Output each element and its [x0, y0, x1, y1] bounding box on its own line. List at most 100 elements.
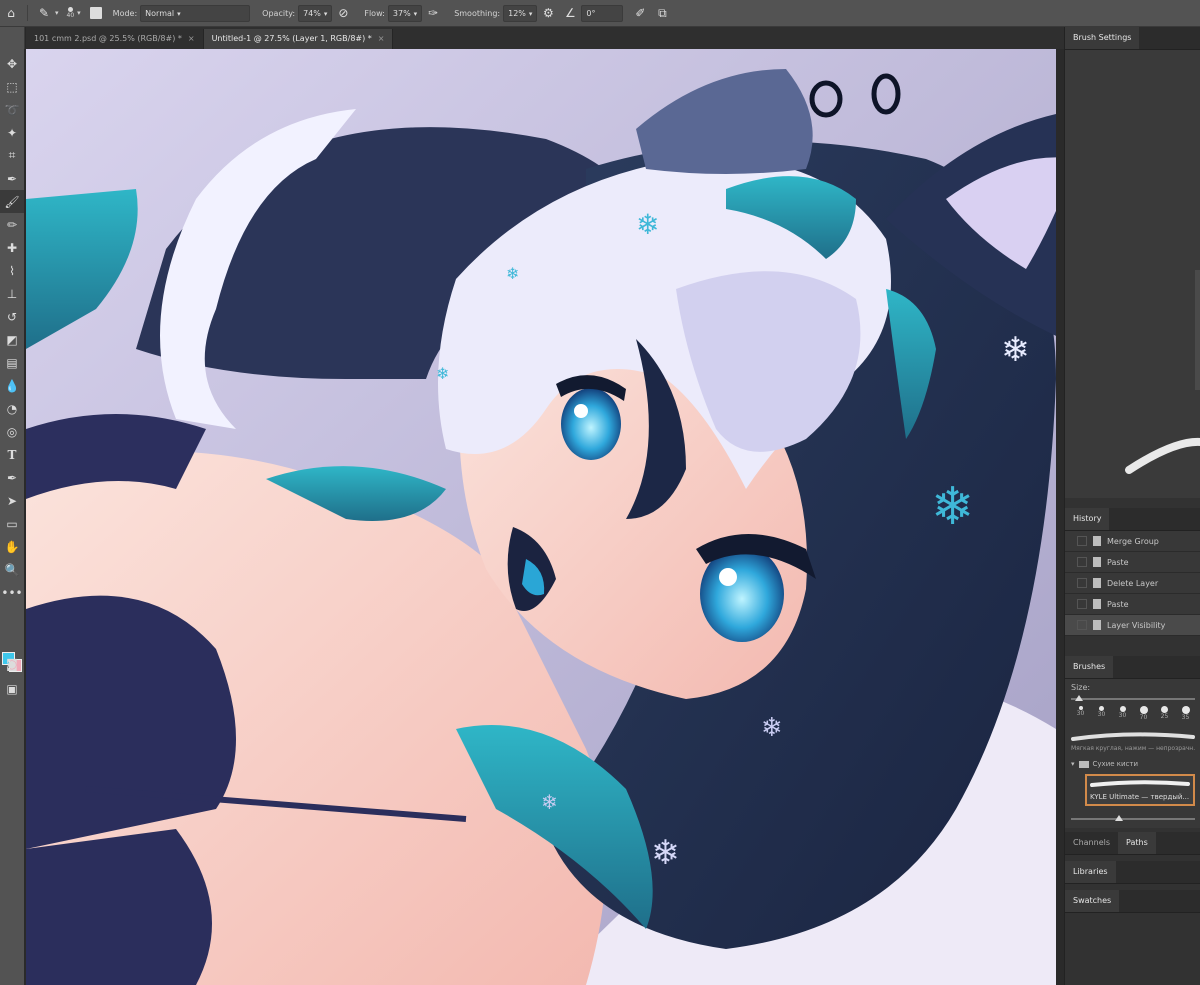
artwork-canvas[interactable]: ❄ ❄ ❄ ❄ ❄ ❄ ❄ ❄ ❄	[26, 49, 1056, 985]
brush-tip[interactable]: 70	[1134, 706, 1153, 721]
tab-swatches[interactable]: Swatches	[1065, 890, 1120, 912]
clone-stamp-tool-icon[interactable]: ⊥	[0, 282, 24, 305]
pressure-size-icon[interactable]: ✐	[629, 2, 651, 24]
spot-healing-tool-icon[interactable]: ✚	[0, 236, 24, 259]
brush-settings-toggle-icon[interactable]	[85, 2, 107, 24]
quick-mask-icon[interactable]: ◙	[0, 652, 24, 675]
brush-tip[interactable]: 30	[1092, 706, 1111, 721]
mixer-brush-tool-icon[interactable]: ⌇	[0, 259, 24, 282]
history-item[interactable]: Merge Group	[1065, 531, 1200, 552]
snowflake-icon: ❄	[761, 713, 783, 743]
brush-preset-name[interactable]: Мягкая круглая, нажим — непрозрачн...	[1071, 745, 1195, 752]
gear-icon[interactable]: ⚙	[537, 2, 559, 24]
crop-tool-icon[interactable]: ⌗	[0, 144, 24, 167]
home-icon[interactable]: ⌂	[0, 2, 22, 24]
checkbox[interactable]	[1077, 557, 1087, 567]
chevron-down-icon[interactable]: ▾	[55, 9, 59, 17]
brush-stroke-preview	[1125, 437, 1200, 474]
canvas-area[interactable]: ❄ ❄ ❄ ❄ ❄ ❄ ❄ ❄ ❄	[24, 49, 1064, 985]
history-item-current[interactable]: Layer Visibility	[1065, 615, 1200, 636]
eye-highlight-left	[574, 404, 588, 418]
hand-tool-icon[interactable]: ✋	[0, 535, 24, 558]
airbrush-icon[interactable]: ✑	[422, 2, 444, 24]
screen-mode-icon[interactable]: ▣	[0, 677, 24, 700]
slider-thumb[interactable]	[1075, 695, 1083, 701]
path-selection-tool-icon[interactable]: ➤	[0, 489, 24, 512]
eyedropper-tool-icon[interactable]: ✒	[0, 167, 24, 190]
history-item-label: Merge Group	[1107, 536, 1159, 546]
brush-stroke-preview	[1071, 732, 1195, 741]
brush-tool-preset-icon[interactable]: ✎	[33, 2, 55, 24]
document-icon	[1093, 599, 1101, 609]
chevron-down-icon[interactable]: ▾	[1071, 760, 1075, 768]
checkbox[interactable]	[1077, 620, 1087, 630]
history-item[interactable]: Delete Layer	[1065, 573, 1200, 594]
slider-thumb[interactable]	[1115, 815, 1123, 821]
checkbox[interactable]	[1077, 599, 1087, 609]
brush-tip[interactable]: 30	[1071, 706, 1090, 721]
history-item[interactable]: Paste	[1065, 552, 1200, 573]
brush-tool-icon[interactable]: 🖌	[0, 190, 24, 213]
brush-tip[interactable]: 35	[1176, 706, 1195, 721]
blur-tool-icon[interactable]: 💧	[0, 374, 24, 397]
brush-size-value: 40	[66, 12, 75, 19]
tab-label: Untitled-1 @ 27.5% (Layer 1, RGB/8#) *	[211, 34, 372, 43]
brush-tip-size: 70	[1139, 714, 1148, 721]
history-brush-tool-icon[interactable]: ↺	[0, 305, 24, 328]
tab-document-2[interactable]: Untitled-1 @ 27.5% (Layer 1, RGB/8#) * ×	[203, 29, 394, 49]
magic-wand-tool-icon[interactable]: ✦	[0, 121, 24, 144]
eraser-tool-icon[interactable]: ◩	[0, 328, 24, 351]
gradient-tool-icon[interactable]: ▤	[0, 351, 24, 374]
size-slider[interactable]	[1071, 695, 1195, 701]
zoom-tool-icon[interactable]: 🔍	[0, 558, 24, 581]
brushes-footer-slider[interactable]	[1071, 815, 1195, 821]
checkbox[interactable]	[1077, 536, 1087, 546]
brush-tip-size: 30	[1118, 712, 1127, 719]
brush-tip[interactable]: 25	[1155, 706, 1174, 721]
mode-select[interactable]: Normal	[140, 4, 251, 22]
sponge-tool-icon[interactable]: ◎	[0, 420, 24, 443]
tools-panel: ✥ ⬚ ➰ ✦ ⌗ ✒ 🖌 ✏ ✚ ⌇ ⊥ ↺ ◩ ▤ 💧 ◔ ◎ T ✒ ➤ …	[0, 27, 25, 985]
more-tools-icon[interactable]: •••	[0, 581, 24, 604]
snowflake-icon: ❄	[541, 790, 558, 814]
libraries-panel-header: Libraries	[1065, 861, 1200, 884]
chevron-down-icon[interactable]: ▾	[77, 9, 81, 17]
brushes-panel-header: Brushes	[1065, 656, 1200, 679]
tab-brushes[interactable]: Brushes	[1065, 656, 1114, 678]
checkbox[interactable]	[1077, 578, 1087, 588]
opacity-field[interactable]: 74%	[298, 4, 333, 22]
pen-tool-icon[interactable]: ✒	[0, 466, 24, 489]
brush-tip[interactable]: 30	[1113, 706, 1132, 721]
pencil-tool-icon[interactable]: ✏	[0, 213, 24, 236]
move-tool-icon[interactable]: ✥	[0, 52, 24, 75]
tab-paths[interactable]: Paths	[1118, 832, 1156, 854]
symmetry-icon[interactable]: ⧉	[651, 2, 673, 24]
tab-libraries[interactable]: Libraries	[1065, 861, 1116, 883]
tab-history[interactable]: History	[1065, 508, 1110, 530]
pressure-opacity-icon[interactable]: ⊘	[332, 2, 354, 24]
dodge-tool-icon[interactable]: ◔	[0, 397, 24, 420]
tab-channels[interactable]: Channels	[1065, 832, 1118, 854]
smoothing-field[interactable]: 12%	[503, 4, 538, 22]
marquee-tool-icon[interactable]: ⬚	[0, 75, 24, 98]
close-icon[interactable]: ×	[188, 29, 195, 49]
tab-brush-settings[interactable]: Brush Settings	[1065, 27, 1140, 49]
brush-group-row[interactable]: ▾ Сухие кисти	[1071, 760, 1195, 768]
lasso-tool-icon[interactable]: ➰	[0, 98, 24, 121]
angle-field[interactable]: 0°	[581, 4, 624, 22]
brush-tip-size: 35	[1181, 714, 1190, 721]
snowflake-icon: ❄	[1001, 330, 1030, 370]
selected-brush-item[interactable]: KYLE Ultimate — твердый...	[1085, 774, 1195, 806]
type-tool-icon[interactable]: T	[0, 443, 24, 466]
history-item[interactable]: Paste	[1065, 594, 1200, 615]
folder-icon	[1078, 760, 1089, 768]
document-icon	[1093, 620, 1101, 630]
scrollbar[interactable]	[1195, 270, 1200, 390]
brush-size-picker[interactable]: 40	[66, 7, 75, 19]
close-icon[interactable]: ×	[378, 29, 385, 49]
angle-icon[interactable]: ∠	[559, 2, 581, 24]
eye-highlight-right	[719, 568, 737, 586]
flow-field[interactable]: 37%	[387, 4, 423, 22]
shape-tool-icon[interactable]: ▭	[0, 512, 24, 535]
tab-document-1[interactable]: 101 cmm 2.psd @ 25.5% (RGB/8#) * ×	[26, 29, 204, 49]
